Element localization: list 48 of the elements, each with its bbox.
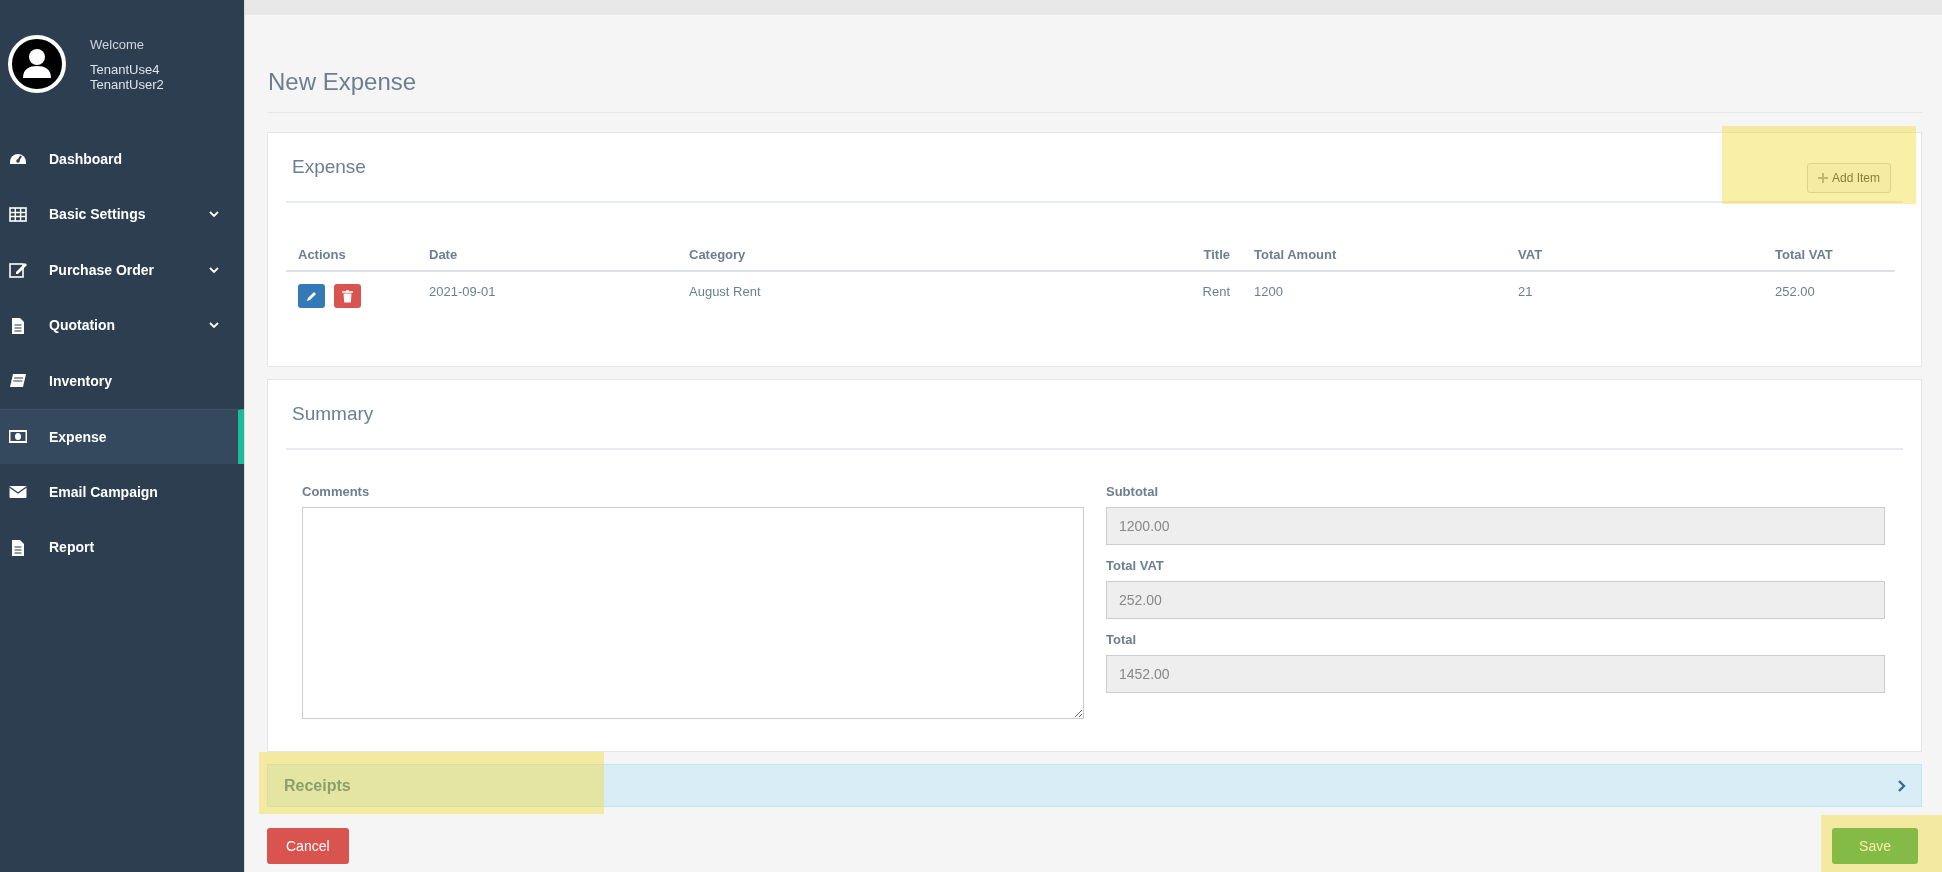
table-cell: 2021-09-01 [417,271,677,328]
table-cell: August Rent [677,271,1166,328]
column-header: Title [1166,239,1242,271]
sidebar-item[interactable]: Purchase Order [0,242,244,298]
grid-icon [9,205,27,223]
panel-title: Receipts [284,776,351,795]
edit-button[interactable] [298,284,325,308]
plus-icon [1817,173,1828,183]
sidebar-item[interactable]: Dashboard [0,131,244,187]
field-label: Comments [302,484,371,499]
field-label: Subtotal [1106,484,1159,499]
cancel-button[interactable]: Cancel [267,828,349,864]
envelope-icon [9,483,27,501]
edit-icon [9,261,27,279]
sidebar-item[interactable]: Report [0,519,244,575]
pencil-icon [305,290,318,302]
table-cell: 1200 [1242,271,1506,328]
page-title: New Expense [268,68,1922,113]
document-icon [9,316,27,334]
field-label: Total VAT [1106,558,1165,573]
table-cell: 252.00 [1763,271,1895,328]
column-header: Date [417,239,677,271]
avatar-icon [8,35,66,93]
sidebar-item[interactable]: Email Campaign [0,464,244,520]
book-icon [9,372,27,390]
card-title: Expense [292,156,366,178]
sidebar-item[interactable]: Expense [0,408,244,464]
delete-button[interactable] [334,284,361,308]
column-header: Total VAT [1763,239,1895,271]
welcome-text: Welcome [90,36,145,52]
table-cell: 21 [1506,271,1763,328]
column-header: Actions [286,239,417,271]
column-header: Total Amount [1242,239,1506,271]
sidebar-item[interactable]: Quotation [0,297,244,353]
add-item-button[interactable]: Add Item [1806,163,1891,193]
field-label: Total [1106,632,1138,647]
card-title: Summary [292,403,374,425]
document-icon [9,538,27,556]
comments-field[interactable] [302,507,1084,719]
column-header: Category [677,239,1166,271]
banknote-icon [9,428,27,446]
trash-icon [342,289,353,303]
sidebar-item[interactable]: Basic Settings [0,186,244,242]
sidebar-item[interactable]: Inventory [0,353,244,409]
user-name: TenantUse4 [90,61,161,77]
column-header: VAT [1506,239,1763,271]
user-name: TenantUser2 [90,76,164,92]
table-cell: Rent [1166,271,1242,328]
